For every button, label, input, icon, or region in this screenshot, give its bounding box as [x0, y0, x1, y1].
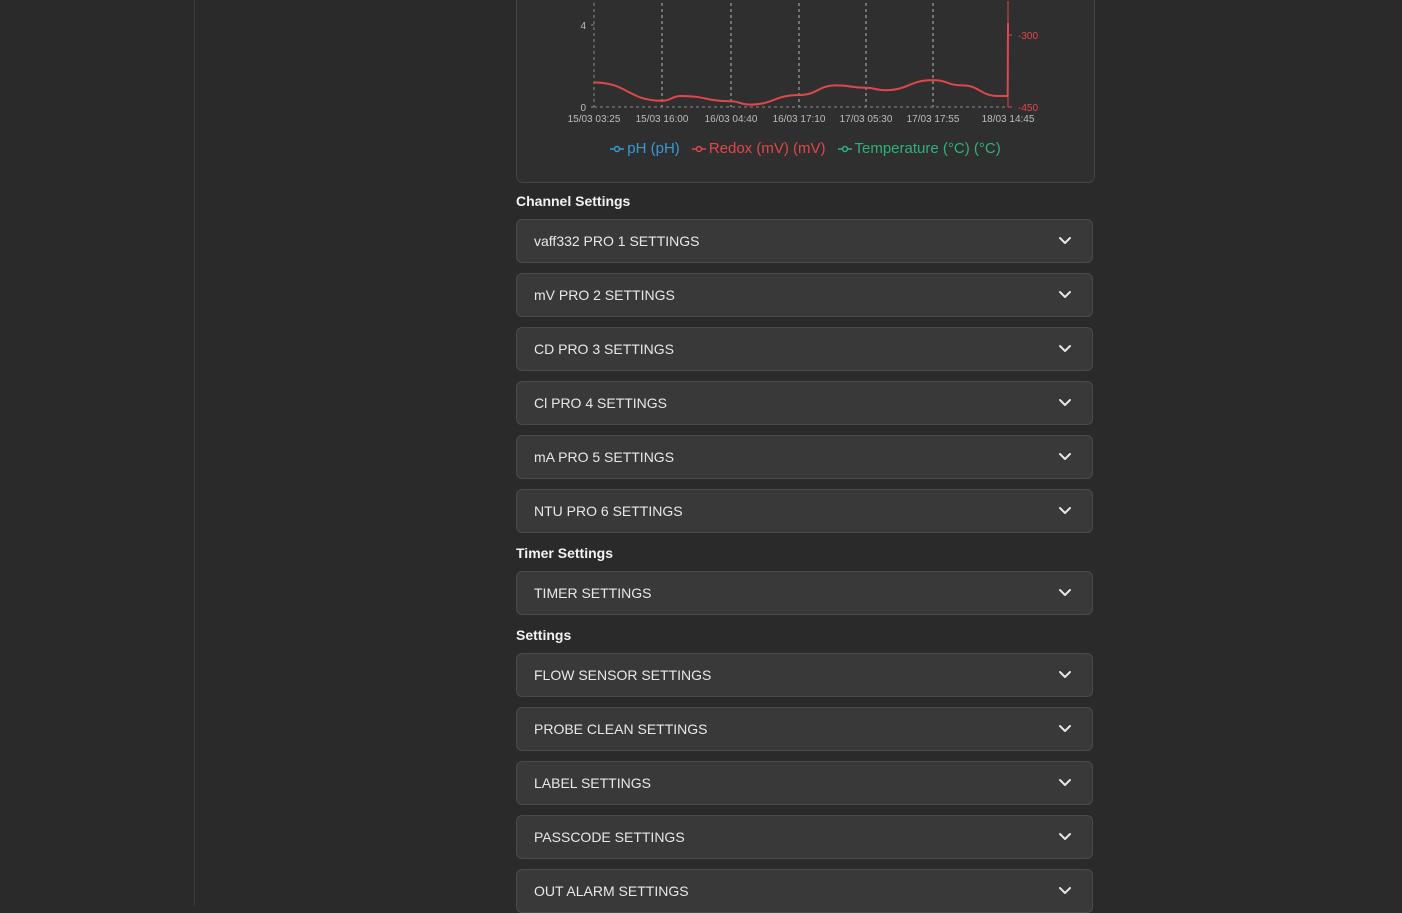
- x-tick-label: 17/03 17:55: [907, 114, 960, 125]
- chevron-down-icon: [1059, 887, 1071, 894]
- legend-label-temperature: Temperature (°C) (°C): [854, 140, 1001, 157]
- chart-axes: [593, 1, 1009, 107]
- settings-title: Settings: [516, 627, 572, 643]
- x-tick-label: 16/03 04:40: [705, 114, 758, 125]
- chart-ticks: 0 4 -300 -450 15/03 03:25 15/03 16:00 16/03 04…: [568, 21, 1039, 125]
- series-line-redox: [593, 22, 1009, 106]
- chart-grid: [593, 1, 1009, 108]
- y-tick-label-left: 4: [580, 21, 586, 32]
- legend-label-ph: pH (pH): [627, 140, 680, 157]
- accordion-label: mA PRO 5 SETTINGS: [534, 449, 675, 465]
- x-tick-label: 15/03 03:25: [568, 114, 621, 125]
- chevron-down-icon: [1059, 671, 1071, 678]
- legend-item-temperature[interactable]: Temperature (°C) (°C): [837, 140, 1001, 157]
- x-tick-label: 17/03 05:30: [840, 114, 893, 125]
- accordion-vaff332-pro-1-settings[interactable]: vaff332 PRO 1 SETTINGS: [516, 219, 1093, 263]
- accordion-label: vaff332 PRO 1 SETTINGS: [534, 233, 700, 249]
- accordion-label: NTU PRO 6 SETTINGS: [534, 503, 683, 519]
- accordion-mv-pro-2-settings[interactable]: mV PRO 2 SETTINGS: [516, 273, 1093, 317]
- chart-legend: pH (pH) Redox (mV) (mV) Temperature (°C)…: [517, 140, 1094, 157]
- x-tick-label: 15/03 16:00: [636, 114, 689, 125]
- accordion-label: LABEL SETTINGS: [534, 775, 651, 791]
- line-marker-icon: [610, 145, 625, 152]
- accordion-label-settings[interactable]: LABEL SETTINGS: [516, 761, 1093, 805]
- timer-settings-title: Timer Settings: [516, 545, 613, 561]
- sidebar: [0, 0, 195, 906]
- accordion-label: CD PRO 3 SETTINGS: [534, 341, 675, 357]
- chevron-down-icon: [1059, 237, 1071, 244]
- line-marker-icon: [691, 145, 706, 152]
- accordion-label: FLOW SENSOR SETTINGS: [534, 667, 712, 683]
- chevron-down-icon: [1059, 291, 1071, 298]
- accordion-cd-pro-3-settings[interactable]: CD PRO 3 SETTINGS: [516, 327, 1093, 371]
- y-tick-label-left: 0: [580, 103, 586, 114]
- accordion-timer-settings[interactable]: TIMER SETTINGS: [516, 571, 1093, 615]
- chevron-down-icon: [1059, 453, 1071, 460]
- x-tick-label: 18/03 14:45: [982, 114, 1035, 125]
- accordion-cl-pro-4-settings[interactable]: Cl PRO 4 SETTINGS: [516, 381, 1093, 425]
- chevron-down-icon: [1059, 779, 1071, 786]
- chevron-down-icon: [1059, 833, 1071, 840]
- line-marker-icon: [837, 145, 852, 152]
- chevron-down-icon: [1059, 399, 1071, 406]
- accordion-label: Cl PRO 4 SETTINGS: [534, 395, 668, 411]
- legend-label-redox: Redox (mV) (mV): [708, 140, 826, 157]
- chevron-down-icon: [1059, 507, 1071, 514]
- y-tick-label-right: -300: [1018, 31, 1038, 42]
- chart-card: 0 4 -300 -450 15/03 03:25 15/03 16:00 16/03 04…: [516, 0, 1095, 183]
- chevron-down-icon: [1059, 345, 1071, 352]
- accordion-probe-clean-settings[interactable]: PROBE CLEAN SETTINGS: [516, 707, 1093, 751]
- accordion-ma-pro-5-settings[interactable]: mA PRO 5 SETTINGS: [516, 435, 1093, 479]
- accordion-flow-sensor-settings[interactable]: FLOW SENSOR SETTINGS: [516, 653, 1093, 697]
- accordion-out-alarm-settings[interactable]: OUT ALARM SETTINGS: [516, 869, 1093, 913]
- accordion-label: mV PRO 2 SETTINGS: [534, 287, 675, 303]
- accordion-label: TIMER SETTINGS: [534, 585, 652, 601]
- accordion-label: PROBE CLEAN SETTINGS: [534, 721, 708, 737]
- accordion-ntu-pro-6-settings[interactable]: NTU PRO 6 SETTINGS: [516, 489, 1093, 533]
- accordion-passcode-settings[interactable]: PASSCODE SETTINGS: [516, 815, 1093, 859]
- chart-lines: [593, 22, 1009, 106]
- accordion-label: PASSCODE SETTINGS: [534, 829, 685, 845]
- accordion-label: OUT ALARM SETTINGS: [534, 883, 689, 899]
- chevron-down-icon: [1059, 725, 1071, 732]
- x-tick-label: 16/03 17:10: [773, 114, 826, 125]
- legend-item-ph[interactable]: pH (pH): [610, 140, 680, 157]
- legend-item-redox[interactable]: Redox (mV) (mV): [691, 140, 826, 157]
- history-chart: 0 4 -300 -450 15/03 03:25 15/03 16:00 16/03 04…: [568, 1, 1039, 125]
- channel-settings-title: Channel Settings: [516, 193, 631, 209]
- y-tick-label-right: -450: [1018, 103, 1038, 114]
- chevron-down-icon: [1059, 589, 1071, 596]
